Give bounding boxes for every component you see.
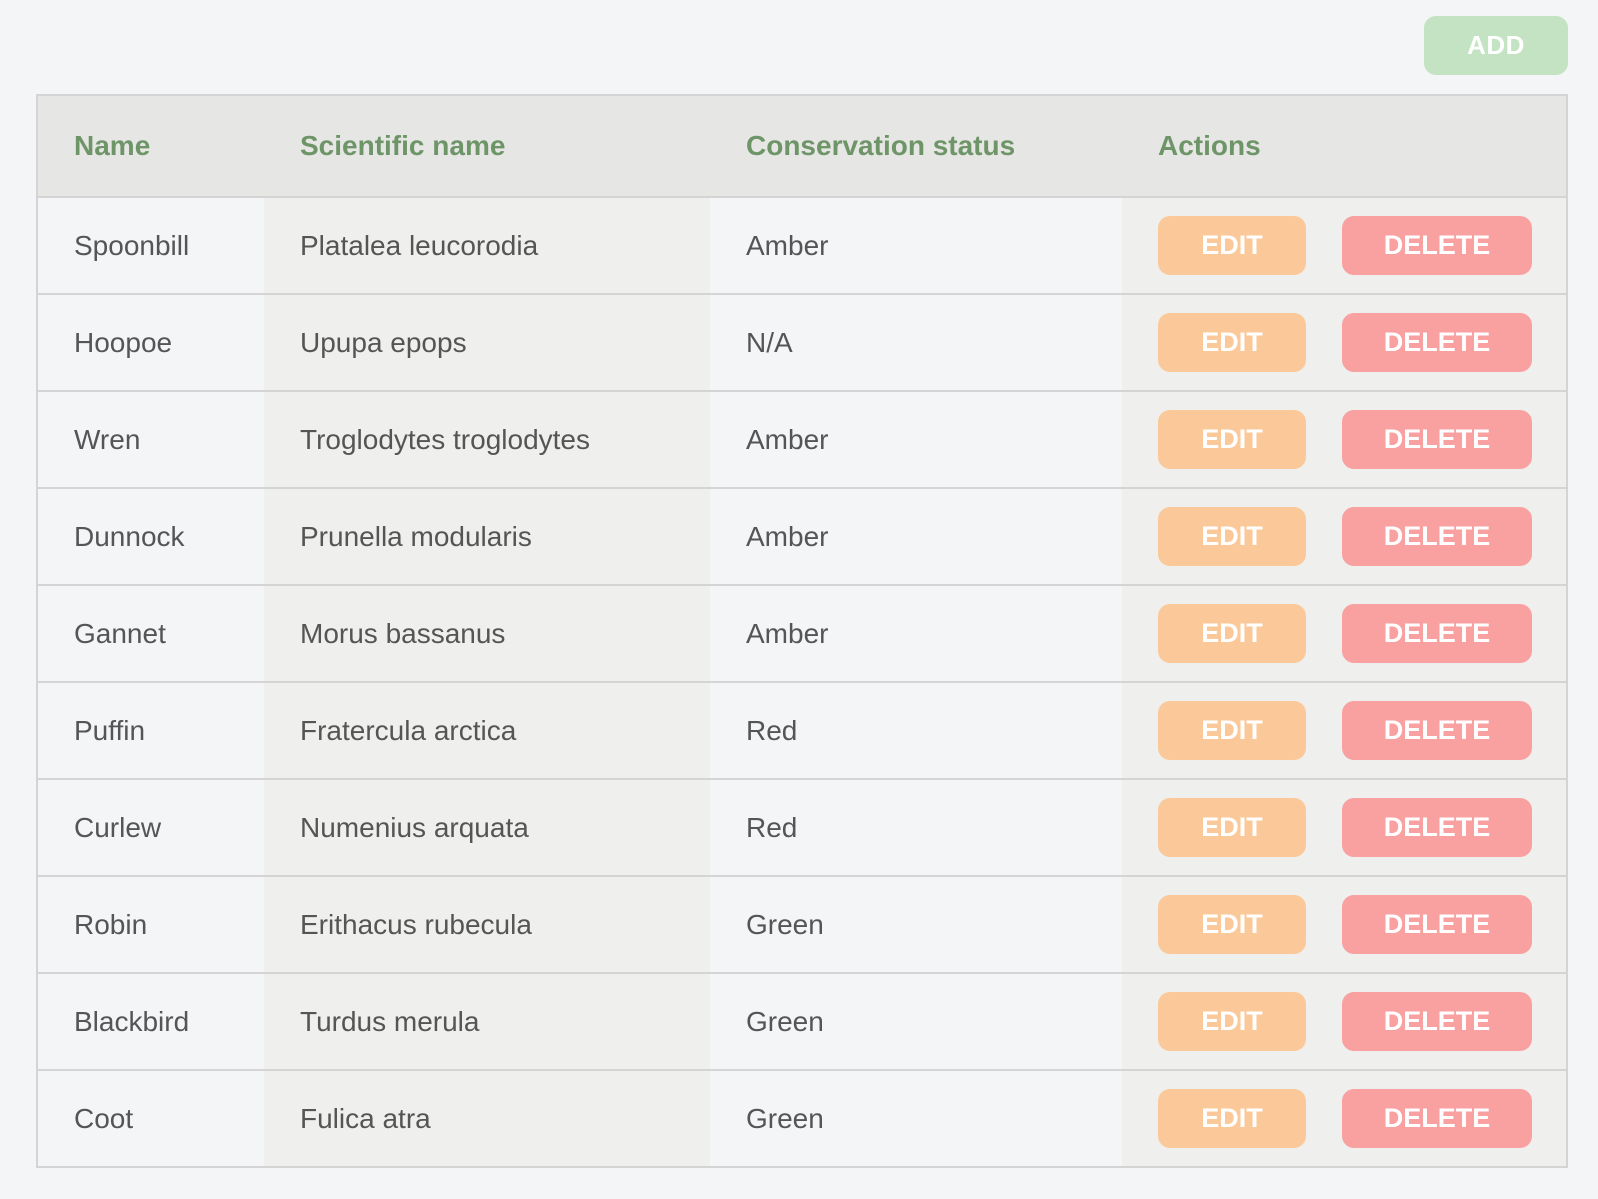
delete-button[interactable]: DELETE xyxy=(1342,992,1532,1051)
conservation-status: Amber xyxy=(710,488,1122,585)
table-row: Wren Troglodytes troglodytes Amber EDIT DELE… xyxy=(37,391,1567,488)
delete-button[interactable]: DELETE xyxy=(1342,701,1532,760)
table-row: Dunnock Prunella modularis Amber EDIT DELETE xyxy=(37,488,1567,585)
scientific-name: Fratercula arctica xyxy=(264,682,710,779)
delete-button[interactable]: DELETE xyxy=(1342,895,1532,954)
table-row: Spoonbill Platalea leucorodia Amber EDIT DEL… xyxy=(37,197,1567,294)
bird-name: Curlew xyxy=(37,779,264,876)
conservation-status: Red xyxy=(710,779,1122,876)
header-scientific-name: Scientific name xyxy=(300,130,506,161)
actions-cell: EDIT DELETE xyxy=(1122,488,1567,585)
delete-button[interactable]: DELETE xyxy=(1342,216,1532,275)
bird-name: Wren xyxy=(37,391,264,488)
delete-button[interactable]: DELETE xyxy=(1342,410,1532,469)
bird-name: Gannet xyxy=(37,585,264,682)
conservation-status: N/A xyxy=(710,294,1122,391)
conservation-status: Green xyxy=(710,973,1122,1070)
conservation-status: Amber xyxy=(710,197,1122,294)
edit-button[interactable]: EDIT xyxy=(1158,313,1306,372)
edit-button[interactable]: EDIT xyxy=(1158,1089,1306,1148)
scientific-name: Turdus merula xyxy=(264,973,710,1070)
bird-name: Puffin xyxy=(37,682,264,779)
table-row: Puffin Fratercula arctica Red EDIT DELETE xyxy=(37,682,1567,779)
scientific-name: Troglodytes troglodytes xyxy=(264,391,710,488)
scientific-name: Prunella modularis xyxy=(264,488,710,585)
scientific-name: Morus bassanus xyxy=(264,585,710,682)
actions-cell: EDIT DELETE xyxy=(1122,779,1567,876)
table-row: Robin Erithacus rubecula Green EDIT DELETE xyxy=(37,876,1567,973)
table-header-row: Name Scientific name Conservation status… xyxy=(37,95,1567,197)
actions-cell: EDIT DELETE xyxy=(1122,391,1567,488)
header-name: Name xyxy=(74,130,151,161)
bird-name: Coot xyxy=(37,1070,264,1167)
delete-button[interactable]: DELETE xyxy=(1342,798,1532,857)
bird-name: Hoopoe xyxy=(37,294,264,391)
birds-table: Name Scientific name Conservation status… xyxy=(36,94,1568,1168)
delete-button[interactable]: DELETE xyxy=(1342,1089,1532,1148)
add-button[interactable]: ADD xyxy=(1424,16,1568,75)
conservation-status: Red xyxy=(710,682,1122,779)
edit-button[interactable]: EDIT xyxy=(1158,701,1306,760)
actions-cell: EDIT DELETE xyxy=(1122,682,1567,779)
edit-button[interactable]: EDIT xyxy=(1158,216,1306,275)
edit-button[interactable]: EDIT xyxy=(1158,604,1306,663)
edit-button[interactable]: EDIT xyxy=(1158,507,1306,566)
scientific-name: Fulica atra xyxy=(264,1070,710,1167)
actions-cell: EDIT DELETE xyxy=(1122,876,1567,973)
actions-cell: EDIT DELETE xyxy=(1122,1070,1567,1167)
header-actions: Actions xyxy=(1158,130,1261,161)
conservation-status: Green xyxy=(710,1070,1122,1167)
edit-button[interactable]: EDIT xyxy=(1158,410,1306,469)
edit-button[interactable]: EDIT xyxy=(1158,992,1306,1051)
delete-button[interactable]: DELETE xyxy=(1342,604,1532,663)
actions-cell: EDIT DELETE xyxy=(1122,585,1567,682)
edit-button[interactable]: EDIT xyxy=(1158,798,1306,857)
scientific-name: Platalea leucorodia xyxy=(264,197,710,294)
conservation-status: Green xyxy=(710,876,1122,973)
scientific-name: Upupa epops xyxy=(264,294,710,391)
scientific-name: Numenius arquata xyxy=(264,779,710,876)
table-row: Curlew Numenius arquata Red EDIT DELETE xyxy=(37,779,1567,876)
actions-cell: EDIT DELETE xyxy=(1122,197,1567,294)
table-row: Coot Fulica atra Green EDIT DELETE xyxy=(37,1070,1567,1167)
conservation-status: Amber xyxy=(710,391,1122,488)
edit-button[interactable]: EDIT xyxy=(1158,895,1306,954)
bird-name: Blackbird xyxy=(37,973,264,1070)
actions-cell: EDIT DELETE xyxy=(1122,973,1567,1070)
actions-cell: EDIT DELETE xyxy=(1122,294,1567,391)
table-row: Blackbird Turdus merula Green EDIT DELETE xyxy=(37,973,1567,1070)
header-conservation-status: Conservation status xyxy=(746,130,1016,161)
table-row: Gannet Morus bassanus Amber EDIT DELETE xyxy=(37,585,1567,682)
delete-button[interactable]: DELETE xyxy=(1342,507,1532,566)
bird-name: Robin xyxy=(37,876,264,973)
bird-name: Dunnock xyxy=(37,488,264,585)
conservation-status: Amber xyxy=(710,585,1122,682)
delete-button[interactable]: DELETE xyxy=(1342,313,1532,372)
bird-name: Spoonbill xyxy=(37,197,264,294)
scientific-name: Erithacus rubecula xyxy=(264,876,710,973)
table-row: Hoopoe Upupa epops N/A EDIT DELETE xyxy=(37,294,1567,391)
